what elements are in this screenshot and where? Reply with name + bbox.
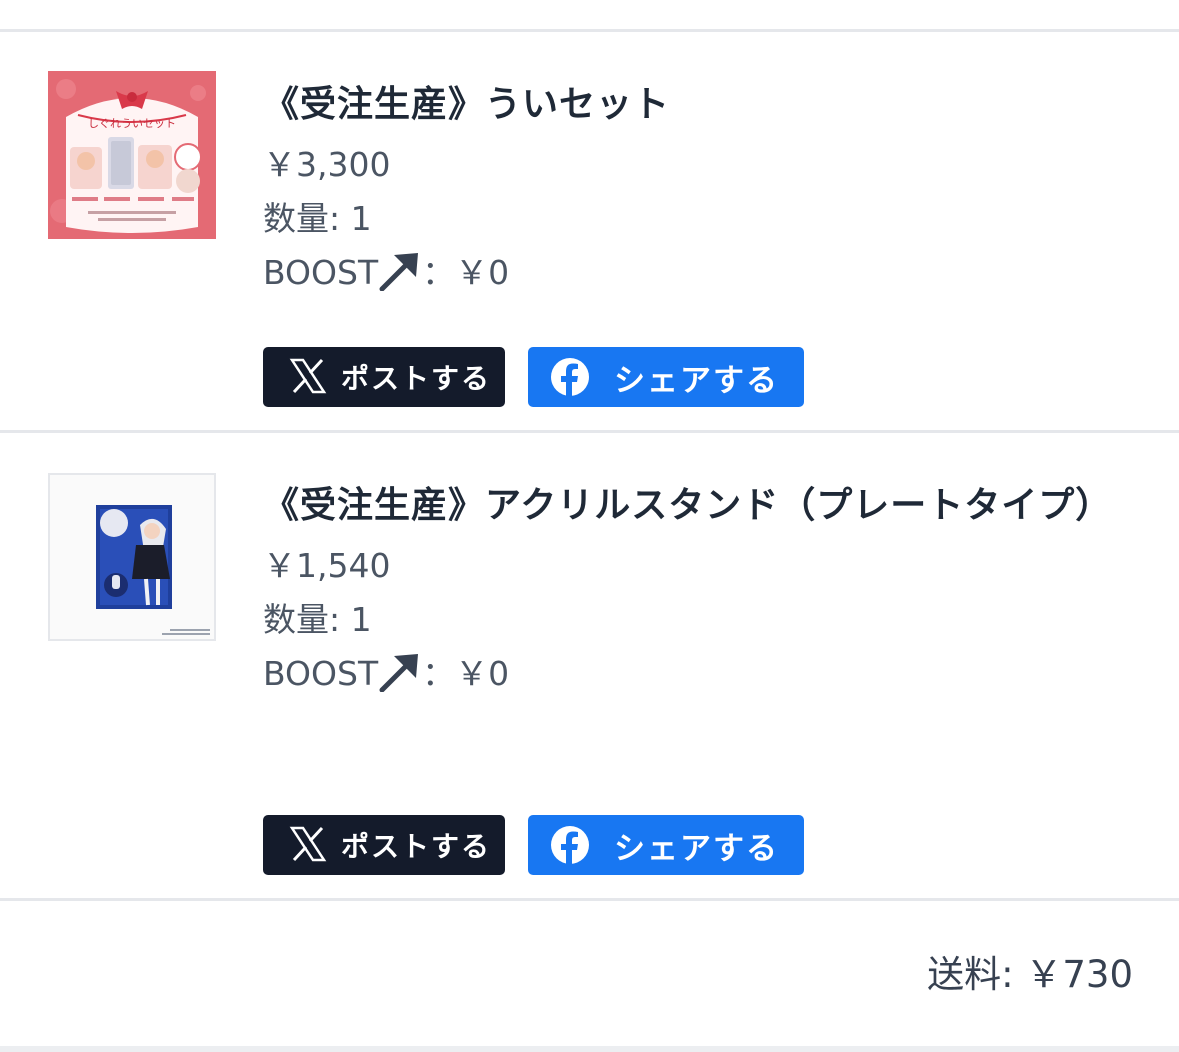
product-thumbnail[interactable]	[48, 473, 216, 641]
quantity-value: 1	[350, 199, 372, 238]
thumbnail-caption: しぐれういセット	[88, 117, 176, 130]
product-thumbnail[interactable]: しぐれういセット	[48, 71, 216, 239]
quantity-value: 1	[350, 600, 372, 639]
product-quantity: 数量: 1	[263, 192, 1123, 246]
boost-line: BOOST ：￥0	[263, 246, 1123, 300]
cart-item: しぐれういセット 《受注生産》ういセット ￥3,300 数量: 1 BOOST	[0, 32, 1179, 430]
item-divider	[0, 898, 1179, 901]
quantity-label: 数量:	[263, 199, 341, 238]
boost-arrow-icon	[379, 654, 419, 692]
product-title[interactable]: 《受注生産》ういセット	[263, 72, 1123, 138]
shipping-fee: 送料: ￥730	[927, 948, 1133, 1002]
product-title[interactable]: 《受注生産》アクリルスタンド（プレートタイプ）	[263, 473, 1123, 539]
product-price: ￥1,540	[263, 546, 391, 585]
facebook-share-label: シェアする	[614, 362, 779, 399]
facebook-share-label: シェアする	[614, 830, 779, 867]
cart-item: 《受注生産》アクリルスタンド（プレートタイプ） ￥1,540 数量: 1 BOO…	[0, 433, 1179, 898]
x-logo-icon	[289, 826, 327, 862]
facebook-logo-icon	[551, 358, 589, 397]
product-quantity: 数量: 1	[263, 593, 1123, 647]
bottom-divider	[0, 1046, 1179, 1052]
x-post-label: ポストする	[341, 362, 492, 395]
x-post-label: ポストする	[341, 830, 492, 863]
product-image	[50, 475, 214, 639]
product-price: ￥3,300	[263, 145, 391, 184]
boost-label: BOOST	[263, 253, 379, 292]
x-post-button[interactable]: ポストする	[263, 347, 505, 407]
quantity-label: 数量:	[263, 600, 341, 639]
item-info: 《受注生産》ういセット ￥3,300 数量: 1 BOOST ：￥0	[263, 72, 1123, 300]
facebook-share-button[interactable]: シェアする	[528, 347, 804, 407]
x-logo-icon	[289, 358, 327, 394]
facebook-logo-icon	[551, 826, 589, 865]
item-info: 《受注生産》アクリルスタンド（プレートタイプ） ￥1,540 数量: 1 BOO…	[263, 473, 1123, 701]
shipping-label: 送料:	[927, 953, 1014, 996]
boost-value: ：￥0	[422, 654, 510, 693]
boost-arrow-icon	[379, 253, 419, 291]
x-post-button[interactable]: ポストする	[263, 815, 505, 875]
boost-value: ：￥0	[422, 253, 510, 292]
product-image: しぐれういセット	[48, 71, 216, 239]
facebook-share-button[interactable]: シェアする	[528, 815, 804, 875]
boost-line: BOOST ：￥0	[263, 647, 1123, 701]
boost-label: BOOST	[263, 654, 379, 693]
shipping-value: ￥730	[1025, 953, 1133, 996]
